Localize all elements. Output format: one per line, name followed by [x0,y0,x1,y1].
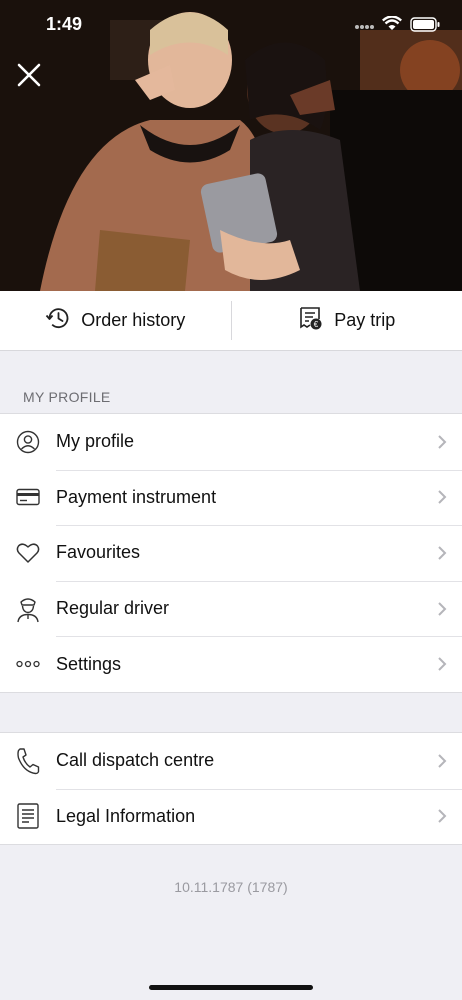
chevron-right-icon [422,489,462,505]
menu-item-payment-instrument[interactable]: Payment instrument [0,469,462,526]
section-header-my-profile: MY PROFILE [23,389,111,405]
app-version: 10.11.1787 (1787) [174,879,288,895]
hero-photo [0,0,462,291]
menu-item-label: Payment instrument [56,486,217,507]
menu-item-favourites[interactable]: Favourites [0,525,462,581]
action-bar: Order history € Pay trip [0,291,462,351]
menu-item-settings[interactable]: Settings [0,636,462,692]
profile-menu-group: My profile Payment instrument Favourites… [0,413,462,693]
menu-item-label: Legal Information [56,805,196,826]
chevron-right-icon [422,808,462,824]
wifi-icon [382,15,402,37]
menu-item-regular-driver[interactable]: Regular driver [0,580,462,637]
user-circle-icon [0,430,56,454]
menu-item-label: Favourites [56,542,141,563]
chevron-right-icon [422,656,462,672]
document-icon [0,803,56,830]
menu-item-call-dispatch[interactable]: Call dispatch centre [0,733,462,789]
credit-card-icon [0,488,56,506]
menu-item-label: Call dispatch centre [56,750,215,771]
chevron-right-icon [422,434,462,450]
order-history-button[interactable]: Order history [0,291,231,350]
chevron-right-icon [422,545,462,561]
phone-icon [0,747,56,775]
order-history-label: Order history [81,310,186,330]
menu-item-label: My profile [56,431,135,452]
menu-item-label: Regular driver [56,598,170,619]
signal-icon [354,18,374,36]
receipt-payment-icon: € [298,305,324,336]
heart-icon [0,542,56,564]
chevron-right-icon [422,601,462,617]
menu-item-my-profile[interactable]: My profile [0,414,462,470]
svg-text:€: € [314,320,319,329]
menu-item-legal-information[interactable]: Legal Information [0,788,462,845]
history-clock-icon [45,306,71,335]
chevron-right-icon [422,753,462,769]
close-icon [17,63,41,87]
more-dots-icon [0,660,56,668]
pay-trip-label: Pay trip [334,310,396,330]
pay-trip-button[interactable]: € Pay trip [232,291,462,350]
support-menu-group: Call dispatch centre Legal Information [0,732,462,846]
driver-icon [0,595,56,623]
status-time: 1:49 [46,14,83,34]
status-icons [354,15,440,37]
menu-item-label: Settings [56,653,122,674]
home-indicator[interactable] [149,985,313,990]
battery-icon [410,16,440,37]
hero-image: 1:49 [0,0,462,291]
close-button[interactable] [14,60,44,90]
